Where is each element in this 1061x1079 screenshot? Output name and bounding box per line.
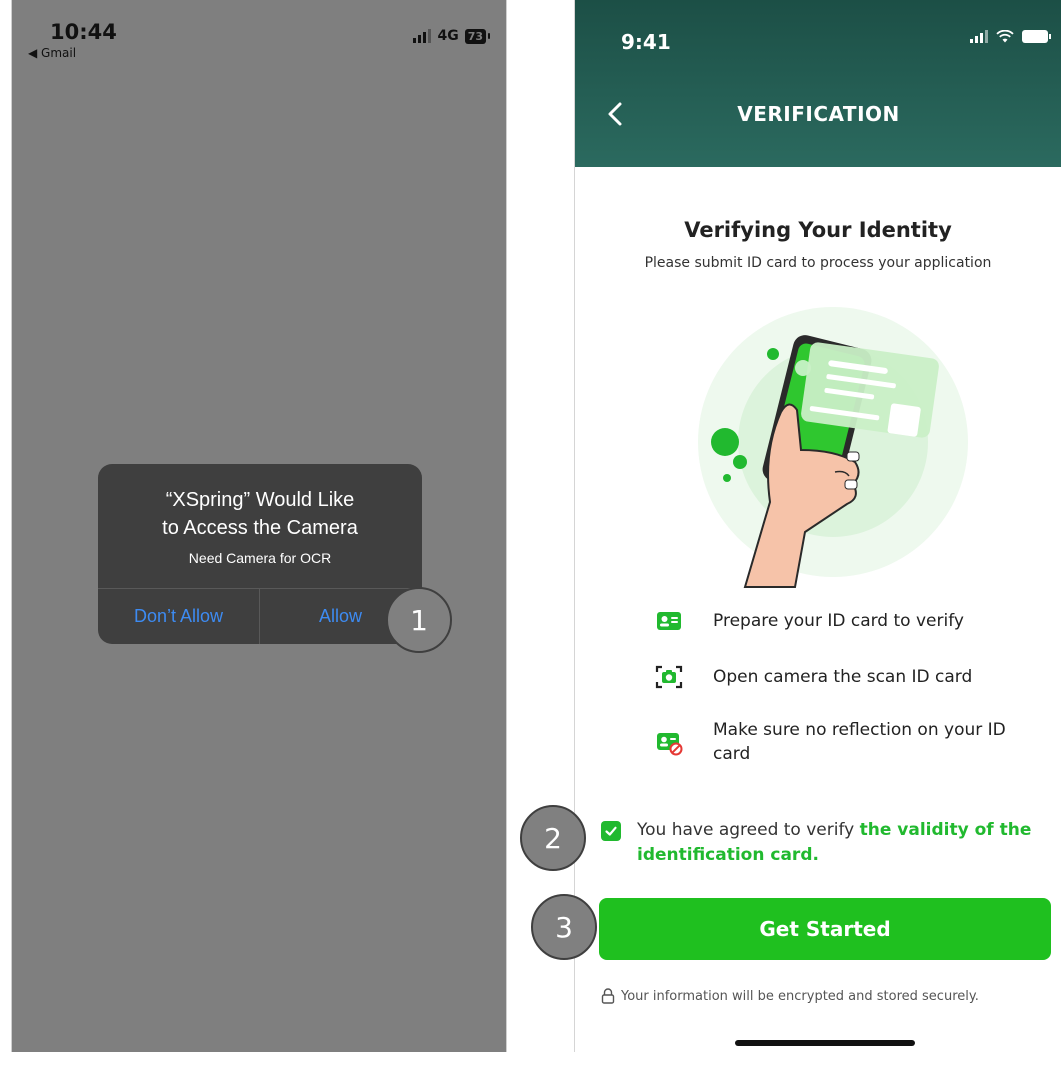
status-time: 9:41: [621, 30, 671, 54]
step-open-camera: Open camera the scan ID card: [655, 663, 1013, 691]
step-prepare-id: Prepare your ID card to verify: [655, 607, 1013, 635]
step-callout-3: 3: [531, 894, 597, 960]
back-to-gmail-link[interactable]: ◀ Gmail: [28, 46, 76, 60]
secure-note: Your information will be encrypted and s…: [601, 988, 979, 1004]
step-callout-2: 2: [520, 805, 586, 871]
battery-icon: 73: [464, 28, 491, 44]
step-no-reflection: Make sure no reflection on your ID card: [655, 718, 1013, 766]
status-time: 10:44: [50, 20, 117, 44]
agreement-text: You have agreed to verify the validity o…: [637, 820, 1032, 865]
wifi-icon: [996, 30, 1014, 43]
left-phone-screen: 10:44 ◀ Gmail 4G 73 “XSpring” Would Like…: [11, 0, 507, 1052]
signal-icon: [413, 29, 432, 43]
status-bar-right: 4G 73: [413, 28, 491, 44]
step-text: Prepare your ID card to verify: [713, 611, 964, 631]
section-subheading: Please submit ID card to process your ap…: [644, 255, 992, 271]
network-label: 4G: [437, 28, 459, 44]
step-callout-1: 1: [386, 587, 452, 653]
hand-holding-phone-illustration: [698, 307, 968, 588]
step-text: Make sure no reflection on your ID card: [713, 720, 1006, 764]
right-phone-screen: 9:41 VERIFICATION Verifying Your Identit…: [574, 0, 1061, 1052]
agreement-checkbox[interactable]: [601, 821, 621, 841]
signal-icon: [970, 30, 988, 43]
camera-permission-dialog: “XSpring” Would Like to Access the Camer…: [98, 464, 422, 644]
get-started-button[interactable]: Get Started: [599, 898, 1051, 960]
dialog-title: “XSpring” Would Like to Access the Camer…: [162, 489, 358, 539]
camera-scan-icon: [655, 665, 683, 689]
header-bar: 9:41 VERIFICATION: [575, 0, 1061, 167]
home-indicator[interactable]: [735, 1040, 915, 1046]
lock-icon: [601, 988, 615, 1004]
checkmark-icon: [605, 826, 617, 836]
battery-icon: [1022, 30, 1051, 43]
step-text: Open camera the scan ID card: [713, 667, 973, 687]
section-heading: Verifying Your Identity: [684, 218, 952, 242]
page-title: VERIFICATION: [737, 102, 900, 126]
agreement-row: You have agreed to verify the validity o…: [601, 818, 1041, 868]
no-reflection-icon: [657, 733, 683, 756]
id-card-icon: [657, 612, 681, 630]
status-bar-right: [970, 30, 1051, 43]
dialog-message: Need Camera for OCR: [188, 550, 332, 566]
dont-allow-button[interactable]: Don’t Allow: [98, 588, 259, 644]
